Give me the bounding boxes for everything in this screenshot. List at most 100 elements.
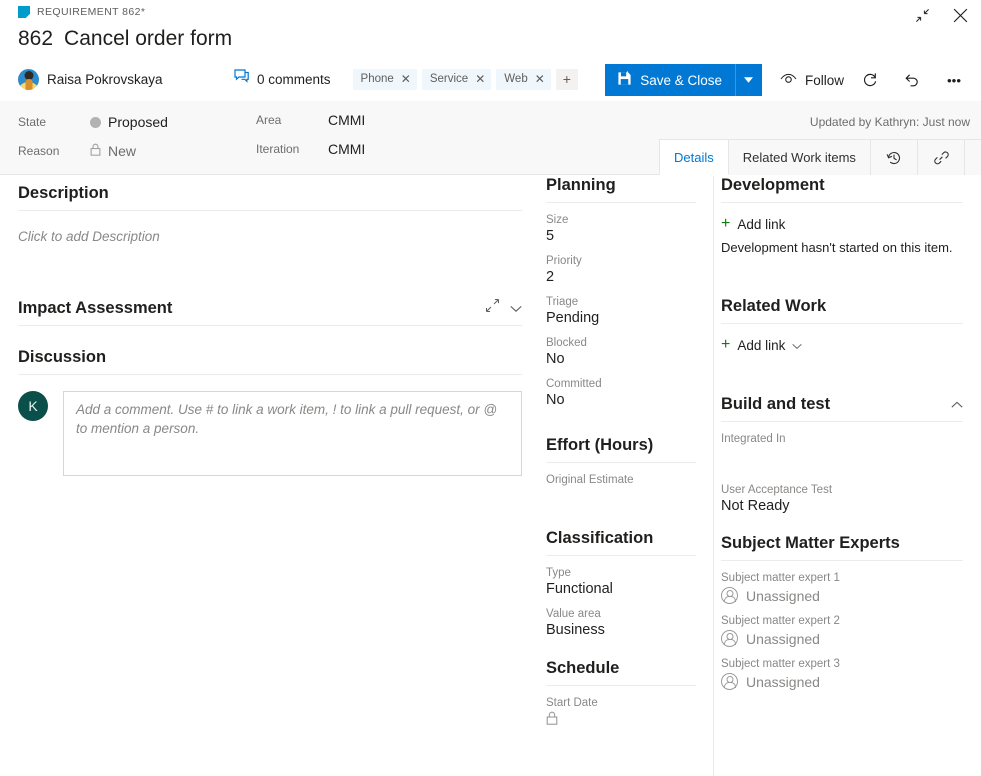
chevron-down-icon[interactable] (510, 299, 522, 318)
planning-title: Planning (546, 176, 616, 195)
tag-item[interactable]: Service ✕ (422, 69, 491, 90)
field-blocked[interactable]: Blocked No (546, 337, 696, 367)
plus-icon: + (721, 216, 730, 232)
left-column: Description Click to add Description Imp… (0, 176, 540, 476)
reason-field[interactable]: Reason New (18, 143, 136, 159)
work-item-dialog: REQUIREMENT 862* 862 Cancel order form R… (0, 0, 981, 776)
restore-down-icon[interactable] (911, 4, 933, 26)
field-label: Priority (546, 255, 696, 267)
field-value (721, 447, 963, 464)
iteration-field[interactable]: Iteration CMMI (256, 141, 365, 157)
field-value: Not Ready (721, 498, 963, 514)
updated-by-text: Updated by Kathryn: Just now (810, 115, 970, 129)
state-label: State (18, 115, 90, 129)
development-section-header: Development (721, 176, 963, 203)
field-priority[interactable]: Priority 2 (546, 255, 696, 285)
work-item-title[interactable]: Cancel order form (64, 27, 232, 51)
field-user-acceptance-test[interactable]: User Acceptance Test Not Ready (721, 484, 963, 514)
field-label: Integrated In (721, 433, 963, 445)
schedule-title: Schedule (546, 659, 619, 678)
work-item-header: REQUIREMENT 862* 862 Cancel order form R… (0, 0, 981, 101)
chevron-down-icon[interactable] (792, 338, 802, 353)
state-field[interactable]: State Proposed (18, 114, 168, 130)
add-link-label: Add link (737, 217, 785, 232)
person-icon (721, 673, 738, 690)
field-committed[interactable]: Committed No (546, 378, 696, 408)
close-icon[interactable] (949, 4, 971, 26)
planning-section-header: Planning (546, 176, 696, 203)
field-sme-2[interactable]: Subject matter expert 2 Unassigned (721, 615, 963, 647)
development-add-link-button[interactable]: + Add link (721, 216, 963, 232)
field-type[interactable]: Type Functional (546, 567, 696, 597)
tab-history[interactable] (870, 139, 918, 175)
build-and-test-section: Build and test Integrated In User Accept… (721, 395, 963, 514)
sme-identity-picker[interactable]: Unassigned (721, 673, 963, 690)
discussion-title: Discussion (18, 348, 106, 367)
close-icon[interactable]: ✕ (475, 73, 485, 85)
tab-attachments[interactable] (964, 139, 981, 175)
eye-icon (780, 73, 797, 88)
field-label: User Acceptance Test (721, 484, 963, 496)
sme-identity-picker[interactable]: Unassigned (721, 630, 963, 647)
related-work-add-link-button[interactable]: + Add link (721, 337, 963, 353)
area-field[interactable]: Area CMMI (256, 112, 365, 128)
field-value-area[interactable]: Value area Business (546, 608, 696, 638)
revert-button[interactable] (896, 64, 928, 96)
comments-count: 0 comments (257, 72, 331, 87)
development-section: Development + Add link Development hasn'… (721, 176, 963, 255)
description-input[interactable]: Click to add Description (18, 229, 522, 244)
schedule-section: Schedule Start Date (546, 659, 696, 729)
save-close-button[interactable]: Save & Close (605, 64, 735, 96)
comments-link[interactable]: 0 comments (234, 69, 331, 89)
field-integrated-in[interactable]: Integrated In (721, 433, 963, 464)
more-actions-button[interactable]: ••• (938, 64, 970, 96)
subject-matter-experts-section-header: Subject Matter Experts (721, 534, 963, 561)
sme-identity-picker[interactable]: Unassigned (721, 587, 963, 604)
field-value: No (546, 392, 696, 408)
refresh-button[interactable] (854, 64, 886, 96)
impact-assessment-section-header: Impact Assessment (18, 298, 522, 326)
tag-item[interactable]: Phone ✕ (353, 69, 417, 90)
assigned-to-field[interactable]: Raisa Pokrovskaya (18, 69, 230, 90)
subject-matter-experts-section: Subject Matter Experts Subject matter ex… (721, 534, 963, 690)
field-triage[interactable]: Triage Pending (546, 296, 696, 326)
build-and-test-section-header[interactable]: Build and test (721, 395, 963, 422)
impact-assessment-actions (485, 298, 522, 318)
field-size[interactable]: Size 5 (546, 214, 696, 244)
impact-assessment-title: Impact Assessment (18, 299, 172, 318)
follow-button[interactable]: Follow (780, 73, 844, 88)
person-icon (721, 630, 738, 647)
tab-related-work-items[interactable]: Related Work items (728, 139, 871, 175)
iteration-value: CMMI (328, 141, 365, 157)
discussion-composer: K Add a comment. Use # to link a work it… (18, 391, 522, 476)
field-value: 2 (546, 269, 696, 285)
save-dropdown-button[interactable] (735, 64, 762, 96)
tab-links[interactable] (917, 139, 965, 175)
field-label: Original Estimate (546, 474, 696, 486)
field-original-estimate[interactable]: Original Estimate (546, 474, 696, 505)
field-value: Unassigned (746, 588, 820, 604)
chevron-up-icon[interactable] (951, 395, 963, 414)
area-value: CMMI (328, 112, 365, 128)
effort-section-header: Effort (Hours) (546, 436, 696, 463)
tab-details[interactable]: Details (659, 139, 729, 175)
field-sme-1[interactable]: Subject matter expert 1 Unassigned (721, 572, 963, 604)
close-icon[interactable]: ✕ (535, 73, 545, 85)
related-work-section: Related Work + Add link (721, 297, 963, 353)
expand-icon[interactable] (485, 298, 500, 318)
area-label: Area (256, 113, 328, 127)
field-label: Start Date (546, 697, 696, 709)
add-tag-button[interactable]: + (556, 69, 578, 90)
tag-item[interactable]: Web ✕ (496, 69, 551, 90)
page-title: 862 Cancel order form (18, 27, 232, 51)
person-icon (721, 587, 738, 604)
discussion-section-header: Discussion (18, 348, 522, 375)
field-sme-3[interactable]: Subject matter expert 3 Unassigned (721, 658, 963, 690)
field-label: Value area (546, 608, 696, 620)
right-column: Development + Add link Development hasn'… (715, 176, 981, 690)
comment-input[interactable]: Add a comment. Use # to link a work item… (63, 391, 522, 476)
close-icon[interactable]: ✕ (401, 73, 411, 85)
classification-section: Classification Type Functional Value are… (546, 529, 696, 638)
breadcrumb-label: REQUIREMENT 862* (37, 6, 145, 18)
field-start-date[interactable]: Start Date (546, 697, 696, 729)
